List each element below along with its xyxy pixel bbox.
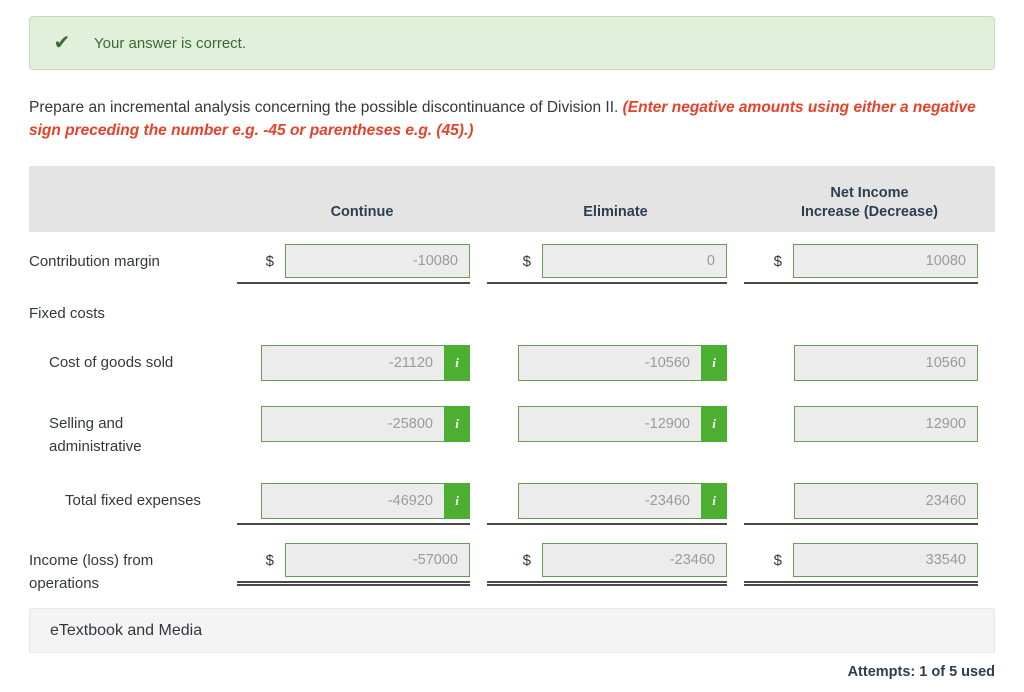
incremental-analysis-table: Continue Eliminate Net Income Increase (…: [29, 166, 995, 595]
row-label: Cost of goods sold: [49, 354, 174, 371]
input-income-loss-eliminate[interactable]: -23460: [542, 543, 727, 577]
check-icon: ✔: [53, 32, 71, 54]
input-selling-admin-eliminate[interactable]: -12900: [518, 406, 702, 442]
row-cell-net: 12900: [744, 406, 995, 442]
table-row: Selling and administrative -25800 i -129…: [29, 406, 995, 458]
row-label: Income (loss) from operations: [29, 552, 154, 592]
currency-symbol: $: [522, 551, 531, 569]
section-heading-fixed-costs: Fixed costs: [29, 305, 105, 322]
info-icon[interactable]: i: [444, 483, 470, 519]
success-banner-text: Your answer is correct.: [94, 34, 247, 52]
info-icon[interactable]: i: [444, 406, 470, 442]
input-total-fixed-continue[interactable]: -46920: [261, 483, 445, 519]
success-banner: ✔ Your answer is correct.: [29, 16, 995, 70]
input-contribution-margin-eliminate[interactable]: 0: [542, 244, 727, 278]
currency-symbol: $: [265, 551, 274, 569]
table-header-row: Continue Eliminate Net Income Increase (…: [29, 166, 995, 232]
input-cogs-eliminate[interactable]: -10560: [518, 345, 702, 381]
table-row: Cost of goods sold -21120 i -10560 i 105…: [29, 345, 995, 381]
table-row: Contribution margin $ -10080 $ 0 $ 10080: [29, 244, 995, 284]
subtotal-rule: [237, 523, 470, 525]
attempts-counter: Attempts: 1 of 5 used: [847, 664, 995, 680]
input-cogs-continue[interactable]: -21120: [261, 345, 445, 381]
input-selling-admin-net[interactable]: 12900: [794, 406, 978, 442]
input-contribution-margin-continue[interactable]: -10080: [285, 244, 470, 278]
row-cell-eliminate: -12900 i: [487, 406, 744, 442]
row-cell-net: $ 33540: [744, 543, 995, 586]
row-cell-eliminate: $ 0: [487, 244, 744, 284]
table-row: Income (loss) from operations $ -57000 $…: [29, 543, 995, 595]
row-cell-net: $ 10080: [744, 244, 995, 284]
input-total-fixed-net[interactable]: 23460: [794, 483, 978, 519]
row-cell-continue: $ -57000: [237, 543, 487, 586]
total-rule: [487, 581, 727, 586]
input-selling-admin-continue[interactable]: -25800: [261, 406, 445, 442]
instruction-text: Prepare an incremental analysis concerni…: [29, 96, 989, 142]
info-icon[interactable]: i: [701, 345, 727, 381]
header-net-income-line1: Net Income: [830, 185, 909, 201]
row-cell-eliminate: -23460 i: [487, 483, 744, 525]
instruction-main: Prepare an incremental analysis concerni…: [29, 99, 623, 116]
currency-symbol: $: [773, 252, 782, 270]
row-cell-net: 23460: [744, 483, 995, 525]
row-cell-continue: -46920 i: [237, 483, 487, 525]
currency-symbol: $: [522, 252, 531, 270]
input-total-fixed-eliminate[interactable]: -23460: [518, 483, 702, 519]
table-row: Total fixed expenses -46920 i -23460 i 2…: [29, 483, 995, 525]
info-icon[interactable]: i: [701, 483, 727, 519]
input-income-loss-continue[interactable]: -57000: [285, 543, 470, 577]
header-net-income: Net Income Increase (Decrease): [744, 184, 995, 232]
header-label-col: [29, 222, 237, 232]
total-rule: [744, 581, 978, 586]
row-cell-net: 10560: [744, 345, 995, 381]
input-contribution-margin-net[interactable]: 10080: [793, 244, 978, 278]
row-label: Total fixed expenses: [65, 492, 201, 509]
input-cogs-net[interactable]: 10560: [794, 345, 978, 381]
info-icon[interactable]: i: [701, 406, 727, 442]
info-icon[interactable]: i: [444, 345, 470, 381]
etextbook-and-media-bar[interactable]: eTextbook and Media: [29, 608, 995, 653]
subtotal-rule: [487, 523, 727, 525]
subtotal-rule: [744, 282, 978, 284]
row-cell-continue: -25800 i: [237, 406, 487, 442]
currency-symbol: $: [773, 551, 782, 569]
table-row: Fixed costs: [29, 296, 995, 325]
subtotal-rule: [744, 523, 978, 525]
row-cell-eliminate: -10560 i: [487, 345, 744, 381]
row-cell-continue: $ -10080: [237, 244, 487, 284]
header-continue: Continue: [330, 204, 394, 220]
header-eliminate: Eliminate: [583, 204, 648, 220]
input-income-loss-net[interactable]: 33540: [793, 543, 978, 577]
row-cell-continue: -21120 i: [237, 345, 487, 381]
subtotal-rule: [487, 282, 727, 284]
row-label: Contribution margin: [29, 253, 160, 270]
header-net-income-line2: Increase (Decrease): [800, 204, 939, 220]
subtotal-rule: [237, 282, 470, 284]
etextbook-label: eTextbook and Media: [50, 621, 203, 639]
row-cell-eliminate: $ -23460: [487, 543, 744, 586]
total-rule: [237, 581, 470, 586]
currency-symbol: $: [265, 252, 274, 270]
row-label: Selling and administrative: [49, 415, 142, 455]
